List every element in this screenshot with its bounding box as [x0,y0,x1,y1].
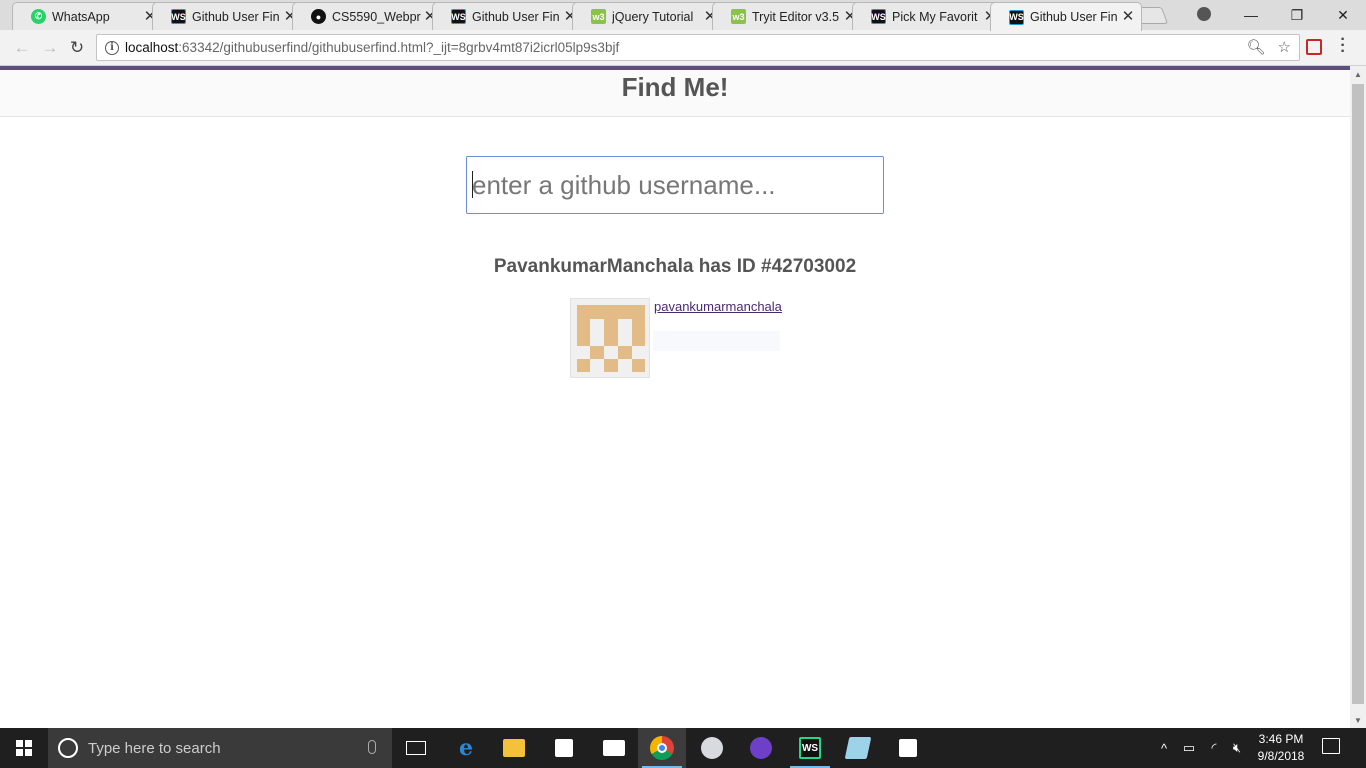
battery-icon[interactable]: ▭ [1180,728,1198,768]
page-viewport: Find Me! PavankumarManchala has ID #4270… [0,66,1350,728]
paint-button[interactable] [688,728,736,768]
mail-icon [603,740,625,756]
mail-button[interactable] [590,728,638,768]
url-path: :63342/githubuserfind/githubuserfind.htm… [178,40,620,55]
close-window-button[interactable]: ✕ [1320,0,1366,30]
notepad-button[interactable] [834,728,882,768]
github-desktop-button[interactable] [737,728,785,768]
tab-title: Github User Fin [1030,10,1118,24]
store-button[interactable] [540,728,588,768]
extension-icon[interactable] [1306,39,1322,55]
chevron-up-icon[interactable]: ^ [1156,728,1172,768]
page-scrollbar[interactable]: ▲ ▼ [1350,66,1366,728]
avatar [570,298,650,378]
tab-github-user-finder-active[interactable]: WS Github User Fin ✕ [990,2,1142,31]
minimize-button[interactable]: — [1228,0,1274,30]
task-view-icon [406,741,426,755]
faint-overlay [653,331,780,351]
scroll-down-arrow-icon[interactable]: ▼ [1350,712,1366,728]
tab-title: jQuery Tutorial [612,9,694,24]
clock-date: 9/8/2018 [1257,749,1305,763]
notification-icon[interactable] [1322,738,1340,754]
url-host: localhost [125,40,179,55]
browser-toolbar: ← → ↻ i localhost:63342/githubuserfind/g… [0,30,1366,66]
paint-icon [701,737,723,759]
webstorm-icon: WS [871,9,886,24]
edge-button[interactable]: e [442,728,490,768]
github-desktop-icon [750,737,772,759]
taskbar-search-box[interactable]: Type here to search [48,728,392,768]
webstorm-icon: WS [171,9,186,24]
identicon-image [577,305,645,372]
task-view-button[interactable] [392,728,440,768]
tab-tryit-editor[interactable]: w3 Tryit Editor v3.5 ✕ [712,2,864,30]
page-title: Find Me! [621,72,729,102]
reload-icon[interactable]: ↻ [67,38,87,58]
forward-arrow-icon[interactable]: → [40,38,60,58]
page-header: Find Me! [0,70,1350,117]
webstorm-icon: WS [451,9,466,24]
whatsapp-icon: ✆ [31,9,46,24]
edge-icon: e [459,735,473,761]
taskbar-clock[interactable]: 3:46 PM 9/8/2018 [1248,731,1314,765]
taskbar-search-placeholder: Type here to search [88,739,221,757]
wifi-icon[interactable]: ◜ [1205,728,1223,768]
windows-taskbar: Type here to search e WS ^ ▭ ◜ 🔇︎ 3:46 P… [0,728,1366,768]
github-icon: ● [311,9,326,24]
notepad-icon [844,737,872,759]
chrome-button[interactable] [638,728,686,768]
scroll-thumb[interactable] [1352,84,1364,704]
start-button[interactable] [0,728,48,768]
zoom-icon[interactable]: 🔍︎ [1247,38,1266,56]
address-bar[interactable]: i localhost:63342/githubuserfind/githubu… [96,34,1300,61]
tab-title: Github User Fin [192,9,280,24]
tab-title: Pick My Favorit [892,9,978,24]
info-icon[interactable]: i [105,40,119,55]
browser-tab-strip: ✆ WhatsApp ✕ WS Github User Fin ✕ ● CS55… [0,0,1366,31]
back-arrow-icon[interactable]: ← [12,38,32,58]
tab-title: Tryit Editor v3.5 [752,9,840,24]
close-icon[interactable]: ✕ [1121,9,1135,24]
tab-title: WhatsApp [52,9,110,24]
windows-logo-icon [16,740,32,756]
tab-title: Github User Fin [472,9,560,24]
webstorm-icon: WS [1009,9,1024,25]
tab-whatsapp[interactable]: ✆ WhatsApp ✕ [12,2,164,30]
w3schools-icon: w3 [591,9,606,24]
scroll-up-arrow-icon[interactable]: ▲ [1350,66,1366,82]
tab-github-user-finder-1[interactable]: WS Github User Fin ✕ [152,2,304,30]
volume-muted-icon[interactable]: 🔇︎ [1228,728,1246,768]
webstorm-button[interactable]: WS [786,728,834,768]
folder-icon [503,739,525,757]
chrome-icon [650,736,674,760]
username-search-input[interactable] [466,156,884,214]
sticky-notes-button[interactable] [884,728,932,768]
profile-icon[interactable] [1197,7,1211,21]
result-title: PavankumarManchala has ID #42703002 [493,256,857,277]
bookmark-star-icon[interactable]: ☆ [1278,38,1291,56]
tab-jquery-tutorial[interactable]: w3 jQuery Tutorial ✕ [572,2,724,30]
cortana-icon [58,738,78,758]
clock-time: 3:46 PM [1258,732,1304,746]
menu-dots-icon[interactable]: · · · [1338,32,1348,60]
restore-button[interactable]: ❐ [1274,0,1320,30]
tab-github-user-finder-2[interactable]: WS Github User Fin ✕ [432,2,584,30]
microphone-icon[interactable] [368,740,376,754]
w3schools-icon: w3 [731,9,746,24]
tab-cs5590[interactable]: ● CS5590_Webpr ✕ [292,2,444,30]
tab-title: CS5590_Webpr [332,9,421,24]
tab-pick-my-favorite[interactable]: WS Pick My Favorit ✕ [852,2,1004,30]
file-explorer-button[interactable] [490,728,538,768]
sticky-notes-icon [899,739,917,757]
store-icon [555,739,573,757]
webstorm-icon: WS [799,737,821,759]
text-caret [472,171,473,198]
username-link[interactable]: pavankumarmanchala [654,299,782,314]
